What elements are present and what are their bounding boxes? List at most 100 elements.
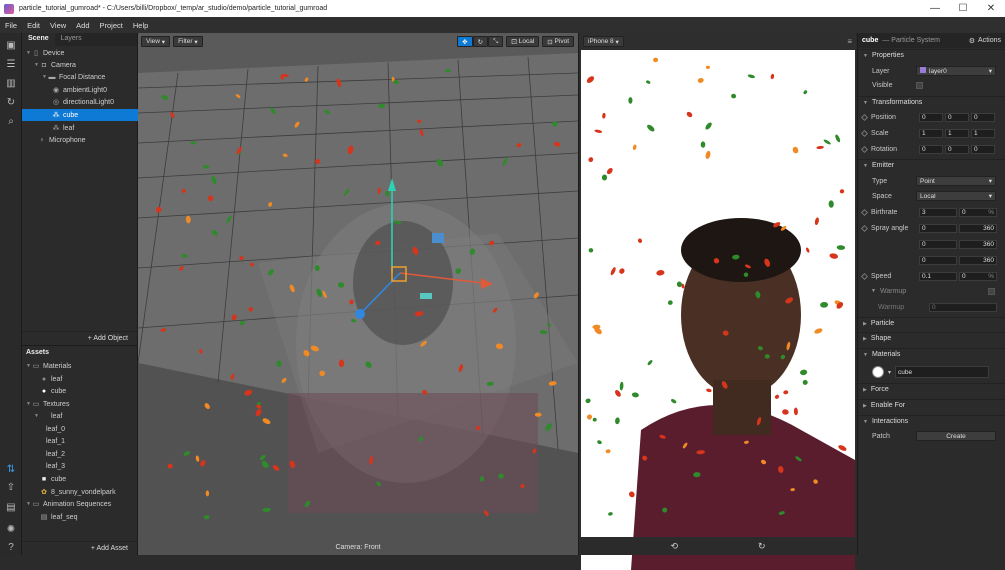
spray-angle-max[interactable]: 360 — [959, 223, 997, 233]
tree-item-directional-light[interactable]: ◎ directionalLight0 — [22, 96, 138, 108]
columns-icon[interactable]: ▥ — [5, 77, 17, 89]
local-toggle[interactable]: ⚀ Local — [506, 36, 540, 47]
warmup-input[interactable]: 0 — [929, 302, 997, 312]
section-transformations[interactable]: ▼ Transformations — [858, 96, 1005, 108]
position-z[interactable]: 0 — [971, 112, 995, 122]
tree-item-device[interactable]: ▼ ▯ Device — [22, 47, 138, 59]
rows-icon[interactable]: ☰ — [5, 58, 17, 70]
asset-item[interactable]: ■ cube — [22, 473, 138, 485]
move-tool-button[interactable]: ✥ — [457, 36, 473, 47]
material-field[interactable]: cube — [895, 366, 990, 378]
asset-item[interactable]: ▼ leaf — [22, 410, 138, 422]
minimize-button[interactable]: — — [921, 0, 949, 17]
maximize-button[interactable]: ☐ — [949, 0, 977, 17]
asset-folder-textures[interactable]: ▼ ▭ Textures — [22, 398, 138, 410]
warmup-checkbox[interactable] — [988, 287, 995, 295]
section-properties[interactable]: ▼ Properties — [858, 49, 1005, 61]
visible-checkbox[interactable] — [916, 81, 923, 89]
preview-menu-icon[interactable]: ≡ — [847, 37, 852, 46]
asset-item[interactable]: ✿ 8_sunny_vondelpark — [22, 486, 138, 498]
asset-item[interactable]: leaf_0 — [22, 423, 138, 435]
spray-angle-max[interactable]: 360 — [959, 239, 997, 249]
scale-y[interactable]: 1 — [945, 128, 969, 138]
menu-add[interactable]: Add — [71, 21, 94, 30]
section-force[interactable]: ▶ Force — [858, 383, 1005, 395]
keyframe-icon[interactable] — [860, 208, 869, 216]
menu-view[interactable]: View — [45, 21, 71, 30]
section-shape[interactable]: ▶ Shape — [858, 332, 1005, 344]
asset-item[interactable]: leaf_3 — [22, 460, 138, 472]
spray-angle-min[interactable]: 0 — [919, 239, 957, 249]
rotation-z[interactable]: 0 — [971, 144, 995, 154]
asset-item[interactable]: ● cube — [22, 385, 138, 397]
rotation-x[interactable]: 0 — [919, 144, 943, 154]
bug-icon[interactable]: ✺ — [5, 523, 17, 535]
filter-dropdown[interactable]: Filter ▾ — [173, 36, 203, 47]
scale-z[interactable]: 1 — [971, 128, 995, 138]
scale-tool-button[interactable]: ⤡ — [488, 36, 504, 47]
layer-dropdown[interactable]: layer0 ▾ — [916, 66, 996, 76]
menu-edit[interactable]: Edit — [22, 21, 45, 30]
tab-layers[interactable]: Layers — [55, 33, 88, 46]
section-interactions[interactable]: ▼ Interactions — [858, 415, 1005, 427]
section-particle[interactable]: ▶ Particle — [858, 317, 1005, 329]
pivot-toggle[interactable]: ⊡ Pivot — [542, 36, 574, 47]
spray-angle-min[interactable]: 0 — [919, 223, 957, 233]
search-icon[interactable]: ⌕ — [5, 115, 17, 127]
spray-angle-min[interactable]: 0 — [919, 255, 957, 265]
scene-viewport[interactable]: View ▾ Filter ▾ ✥ ↻ ⤡ ⚀ Local ⊡ Pivot Ca… — [138, 33, 578, 555]
keyframe-icon[interactable] — [860, 224, 869, 232]
spray-angle-max[interactable]: 360 — [959, 255, 997, 265]
birthrate-variation[interactable]: 0% — [959, 207, 997, 217]
rotation-y[interactable]: 0 — [945, 144, 969, 154]
help-icon[interactable]: ? — [5, 541, 17, 553]
speed-input[interactable]: 0.1 — [919, 271, 957, 281]
device-dropdown[interactable]: iPhone 8 ▾ — [583, 36, 624, 47]
scale-x[interactable]: 1 — [919, 128, 943, 138]
speed-variation[interactable]: 0% — [959, 271, 997, 281]
keyframe-icon[interactable] — [860, 145, 869, 153]
menu-help[interactable]: Help — [128, 21, 153, 30]
rotate-device-icon[interactable]: ↻ — [758, 541, 766, 552]
tree-item-focal-distance[interactable]: ▼ ▬ Focal Distance — [22, 71, 138, 83]
position-y[interactable]: 0 — [945, 112, 969, 122]
keyframe-icon[interactable] — [860, 272, 869, 280]
menu-file[interactable]: File — [0, 21, 22, 30]
tree-item-ambient-light[interactable]: ◉ ambientLight0 — [22, 84, 138, 96]
connect-icon[interactable]: ⇅ — [5, 463, 17, 475]
asset-folder-materials[interactable]: ▼ ▭ Materials — [22, 360, 138, 372]
birthrate-input[interactable]: 3 — [919, 207, 957, 217]
view-dropdown[interactable]: View ▾ — [141, 36, 171, 47]
tree-item-leaf[interactable]: ⁂ leaf — [22, 122, 138, 134]
asset-folder-animation[interactable]: ▼ ▭ Animation Sequences — [22, 498, 138, 510]
asset-item[interactable]: ● leaf — [22, 373, 138, 385]
keyframe-icon[interactable] — [860, 113, 869, 121]
actions-button[interactable]: Actions — [978, 37, 1001, 44]
rotate-tool-button[interactable]: ↻ — [472, 36, 489, 47]
space-dropdown[interactable]: Local ▾ — [916, 191, 996, 201]
close-button[interactable]: ✕ — [977, 0, 1005, 17]
menu-project[interactable]: Project — [95, 21, 128, 30]
preview-screen[interactable] — [581, 50, 855, 570]
section-emitter[interactable]: ▼ Emitter — [858, 159, 1005, 171]
camera-switch-icon[interactable]: ⟲ — [670, 541, 678, 552]
tree-item-camera[interactable]: ▼ ◘ Camera — [22, 59, 138, 71]
asset-item[interactable]: ▤ leaf_seq — [22, 511, 138, 523]
section-enable-for[interactable]: ▶ Enable For — [858, 399, 1005, 411]
refresh-icon[interactable]: ↻ — [5, 96, 17, 108]
create-patch-button[interactable]: Create — [916, 431, 996, 441]
asset-item[interactable]: leaf_1 — [22, 435, 138, 447]
add-object-button[interactable]: + Add Object — [22, 331, 138, 345]
position-x[interactable]: 0 — [919, 112, 943, 122]
material-dropdown-arrow[interactable]: ▾ — [888, 369, 891, 376]
tree-item-microphone[interactable]: ♀ Microphone — [22, 134, 138, 146]
section-materials[interactable]: ▼ Materials — [858, 348, 1005, 360]
upload-icon[interactable]: ▤ — [5, 501, 17, 513]
tree-item-cube[interactable]: ⁂ cube — [22, 109, 138, 121]
layout-icon[interactable]: ▣ — [5, 39, 17, 51]
material-swatch[interactable] — [872, 366, 884, 378]
asset-item[interactable]: leaf_2 — [22, 448, 138, 460]
tab-scene[interactable]: Scene — [22, 33, 55, 46]
type-dropdown[interactable]: Point ▾ — [916, 176, 996, 186]
add-asset-button[interactable]: + Add Asset — [22, 541, 138, 555]
